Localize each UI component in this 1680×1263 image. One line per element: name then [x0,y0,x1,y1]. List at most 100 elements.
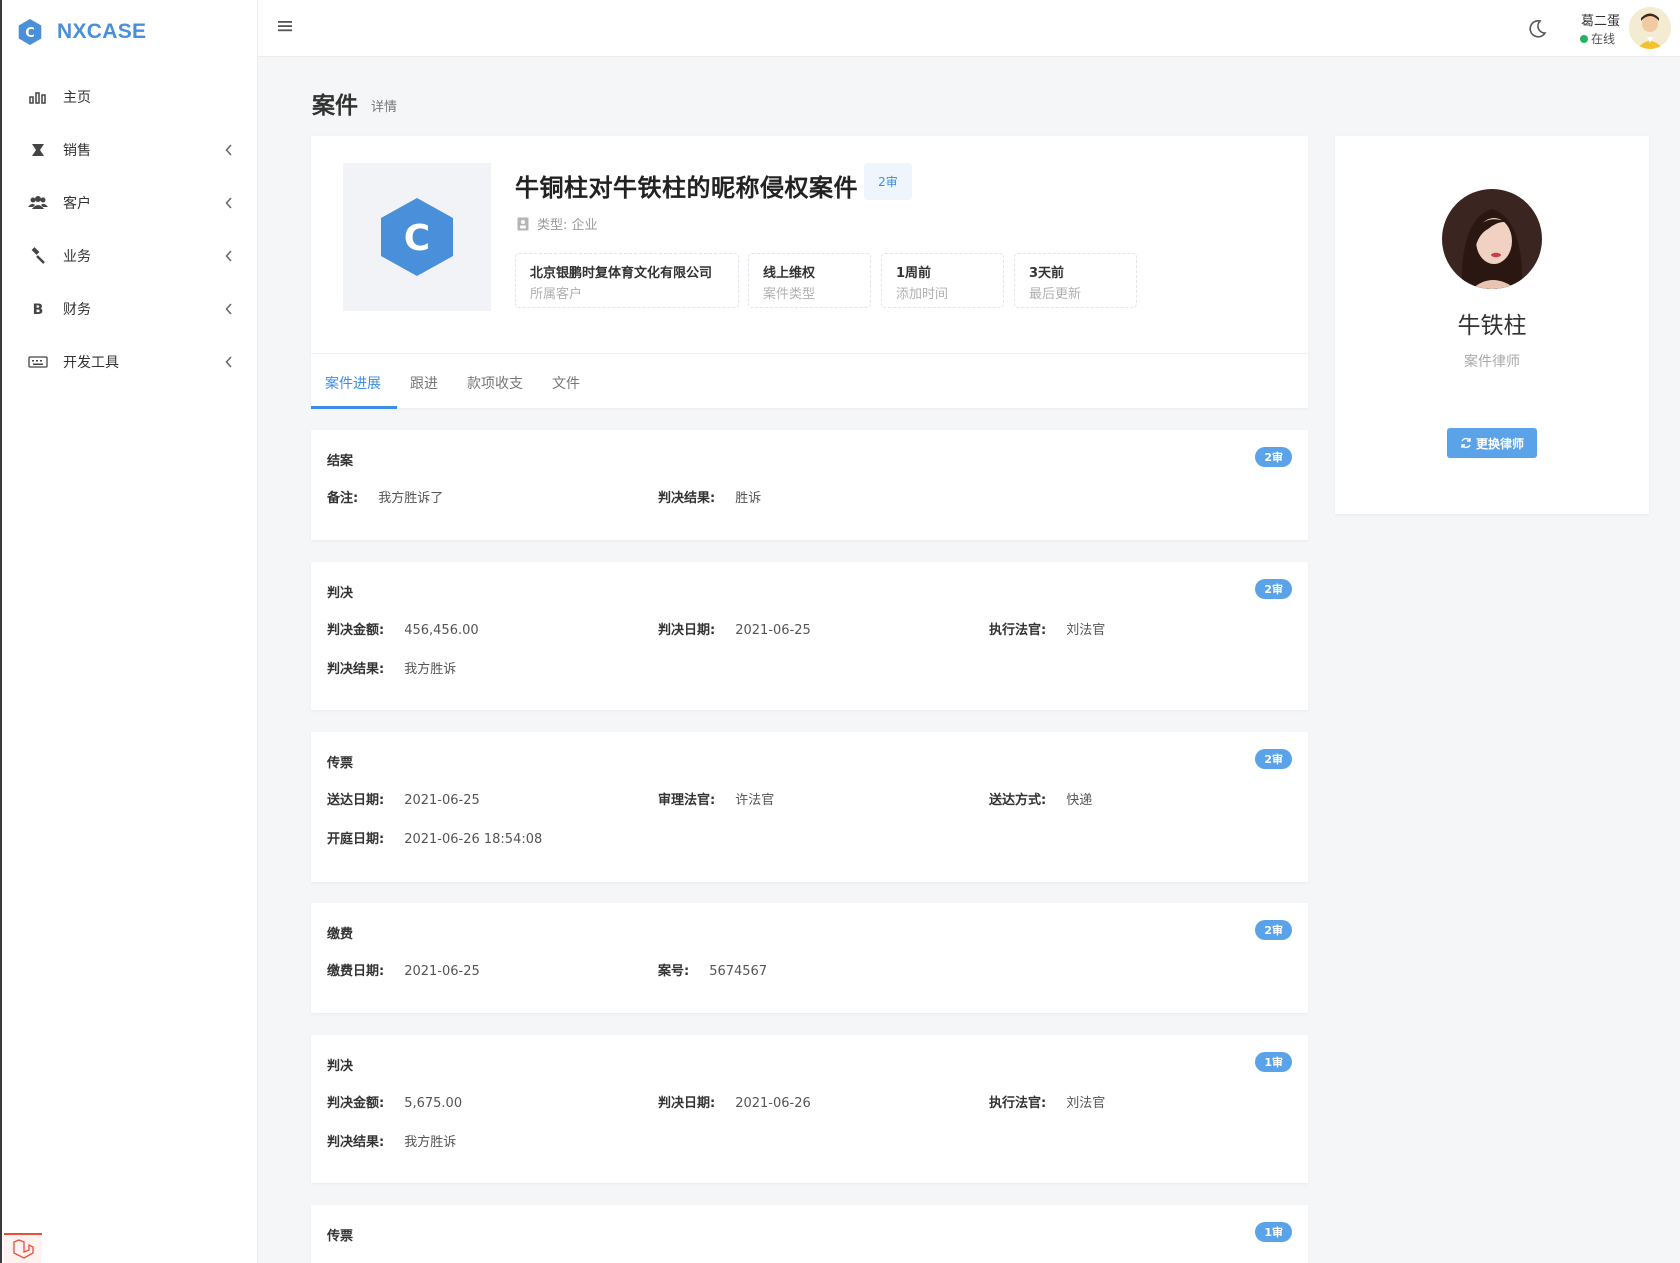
flask-icon [28,140,48,160]
stage-badge: 1审 [1255,1222,1292,1242]
lawyer-card: 牛铁柱 案件律师 更换律师 [1335,136,1649,514]
bitcoin-icon: B [28,299,48,319]
field-value: 胜诉 [735,491,762,506]
field-value: 我方胜诉 [404,1135,457,1150]
field-judgment-amount: 判决金额: 456,456.00 [327,619,479,638]
sidebar-item-sales[interactable]: 销售 [2,123,257,176]
lawyer-role: 案件律师 [1464,354,1520,370]
field-key: 备注: [327,491,359,506]
sidebar-item-dev-tools[interactable]: 开发工具 [2,335,257,388]
progress-title: 结案 [327,454,354,469]
stat-case-type: 线上维权 案件类型 [748,253,871,308]
progress-title: 判决 [327,586,354,601]
tab-files[interactable]: 文件 [552,373,580,393]
stage-badge: 2审 [1255,447,1292,467]
case-stage-badge: 2审 [864,163,912,200]
progress-card-judgment: 判决 2审 判决金额: 456,456.00 判决日期: 2021-06-25 执行… [311,562,1308,710]
sidebar-item-finance[interactable]: B 财务 [2,282,257,335]
svg-text:B: B [33,302,44,317]
dark-mode-moon-icon[interactable] [1526,18,1548,40]
sidebar-item-customers[interactable]: 客户 [2,176,257,229]
sidebar-item-label: 客户 [63,195,91,212]
field-value: 2021-06-25 [735,623,811,638]
progress-title: 传票 [327,1229,354,1244]
sidebar-item-label: 主页 [63,89,91,106]
field-key: 判决结果: [327,1135,385,1150]
field-key: 判决日期: [658,623,716,638]
field-key: 缴费日期: [327,964,385,979]
field-judgment-result: 判决结果: 我方胜诉 [327,1131,456,1150]
field-key: 判决金额: [327,1096,385,1111]
online-status-dot-icon [1580,34,1588,43]
chevron-left-icon [223,355,235,368]
field-key: 执行法官: [989,1096,1047,1111]
laravel-logo-icon[interactable] [4,1233,42,1263]
chevron-left-icon [223,196,235,209]
field-key: 开庭日期: [327,832,385,847]
field-value: 2021-06-25 [404,964,480,979]
stat-value: 3天前 [1029,266,1065,281]
svg-text:C: C [25,26,35,41]
stage-badge: 2审 [1255,920,1292,940]
field-key: 判决结果: [327,662,385,677]
stat-label: 最后更新 [1029,287,1082,302]
field-value: 我方胜诉了 [378,491,444,506]
keyboard-icon [28,352,48,372]
field-case-number: 案号: 5674567 [658,960,767,979]
field-key: 判决金额: [327,623,385,638]
field-value: 5,675.00 [404,1096,463,1111]
top-header: 葛二蛋 在线 [258,0,1680,57]
change-lawyer-button[interactable]: 更换律师 [1447,428,1537,458]
tab-payments[interactable]: 款项收支 [467,373,523,393]
stage-badge: 1审 [1255,1052,1292,1072]
field-payment-date: 缴费日期: 2021-06-25 [327,960,480,979]
field-value: 我方胜诉 [404,662,457,677]
stat-customer: 北京银鹏时复体育文化有限公司 所属客户 [515,253,739,308]
stat-value: 北京银鹏时复体育文化有限公司 [530,266,713,281]
field-judgment-date: 判决日期: 2021-06-26 [658,1092,811,1111]
hamburger-menu-icon[interactable] [276,17,294,35]
user-avatar[interactable] [1629,7,1671,49]
lawyer-avatar [1442,189,1542,289]
field-judgment-date: 判决日期: 2021-06-25 [658,619,811,638]
field-executing-judge: 执行法官: 刘法官 [989,619,1105,638]
field-delivery-date: 送达日期: 2021-06-25 [327,789,480,808]
stat-value: 1周前 [896,266,932,281]
refresh-icon [1461,437,1471,449]
case-summary-card: C 牛铜柱对牛铁柱的昵称侵权案件 2审 类型: 企业 北京银鹏时复体育文化有限公… [311,136,1308,409]
progress-card-payment: 缴费 2审 缴费日期: 2021-06-25 案号: 5674567 [311,903,1308,1013]
field-judgment-result: 判决结果: 我方胜诉 [327,658,456,677]
tab-progress[interactable]: 案件进展 [325,373,381,393]
field-executing-judge: 执行法官: 刘法官 [989,1092,1105,1111]
sidebar: C NXCASE 主页 销售 客户 业务 B 财务 开发工具 [0,0,258,1263]
gavel-icon [28,246,48,266]
page-title: 案件 [312,93,358,119]
sidebar-item-label: 业务 [63,248,91,265]
contact-card-icon [517,217,529,230]
case-type: 类型: 企业 [517,214,598,233]
case-logo-hexagon-icon: C [381,198,453,276]
field-value: 快递 [1066,793,1093,808]
stage-badge: 2审 [1255,579,1292,599]
brand[interactable]: C NXCASE [2,0,257,64]
field-value: 456,456.00 [404,623,479,638]
field-key: 审理法官: [658,793,716,808]
stat-label: 所属客户 [530,287,583,302]
field-key: 案号: [658,964,690,979]
users-icon [28,193,48,213]
page-subtitle: 详情 [371,100,398,115]
tab-follow-up[interactable]: 跟进 [410,373,438,393]
field-value: 许法官 [735,793,775,808]
stat-label: 添加时间 [896,287,949,302]
sidebar-item-home[interactable]: 主页 [2,70,257,123]
sidebar-item-business[interactable]: 业务 [2,229,257,282]
user-name[interactable]: 葛二蛋 [1578,10,1620,29]
field-value: 2021-06-26 [735,1096,811,1111]
field-value: 刘法官 [1066,1096,1106,1111]
field-judgment-result: 判决结果: 胜诉 [658,487,761,506]
sidebar-item-label: 开发工具 [63,354,119,371]
lawyer-name: 牛铁柱 [1457,313,1527,339]
bar-chart-icon [28,87,48,107]
case-tabs: 案件进展 跟进 款项收支 文件 [311,353,1308,409]
chevron-left-icon [223,143,235,156]
